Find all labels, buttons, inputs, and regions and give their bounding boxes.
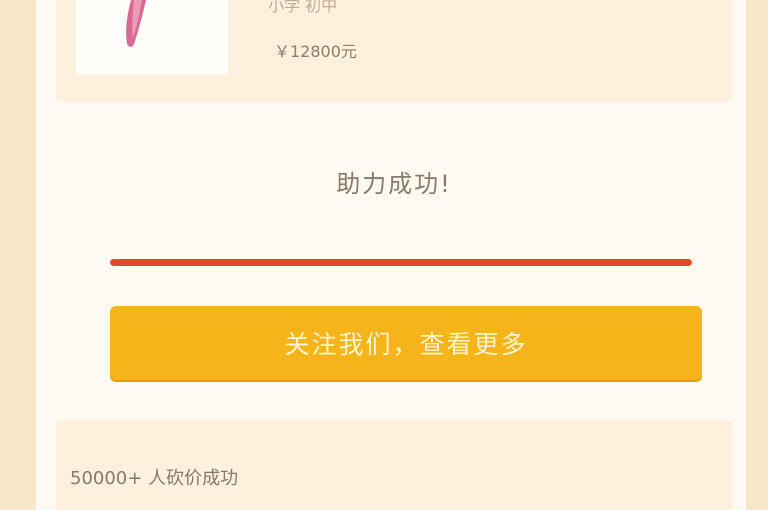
product-card[interactable]: 小学 初中 ￥12800元 <box>56 0 732 102</box>
success-count-text: 50000+ 人砍价成功 <box>70 468 239 489</box>
progress-bar <box>110 259 692 266</box>
page-container: 小学 初中 ￥12800元 助力成功! 关注我们，查看更多 50000+ 人砍价… <box>36 0 746 510</box>
follow-button[interactable]: 关注我们，查看更多 <box>110 306 702 380</box>
status-title: 助力成功! <box>336 170 452 198</box>
progress-fill <box>110 259 692 266</box>
product-price: ￥12800元 <box>274 42 357 61</box>
success-count-card: 50000+ 人砍价成功 <box>56 420 732 510</box>
product-subtitle: 小学 初中 <box>268 0 338 15</box>
product-image[interactable] <box>76 0 228 74</box>
status-section: 助力成功! 关注我们，查看更多 <box>56 108 732 408</box>
